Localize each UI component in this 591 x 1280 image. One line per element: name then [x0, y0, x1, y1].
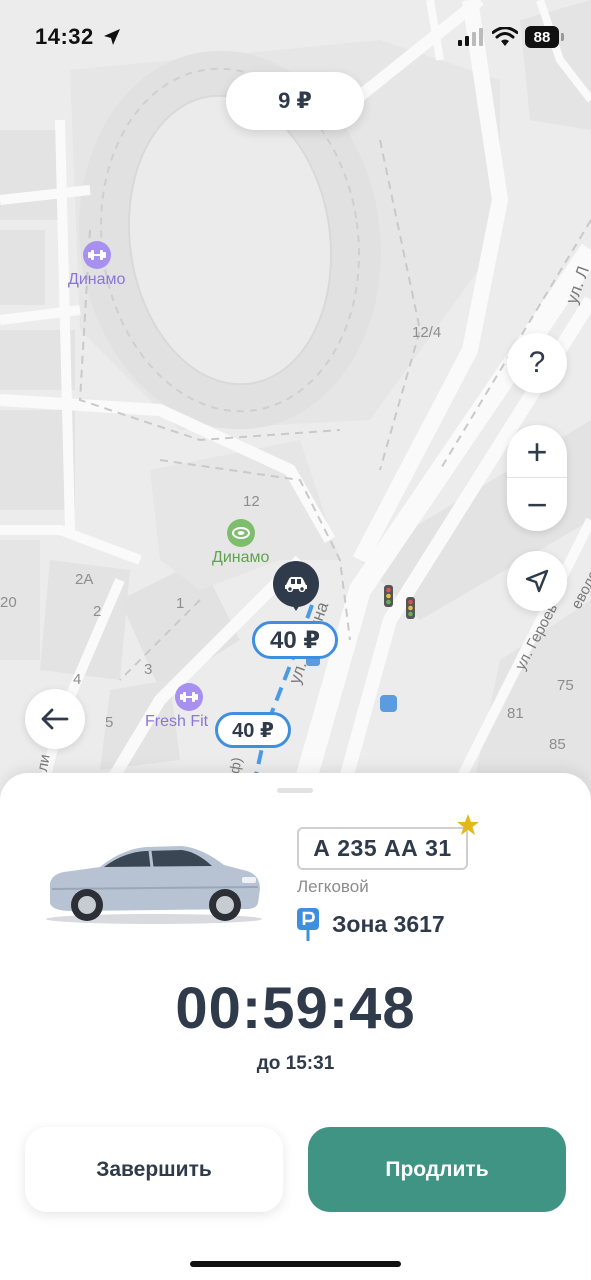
- status-time: 14:32: [35, 24, 94, 49]
- map-label-building: 4: [73, 671, 82, 688]
- favorite-star-icon[interactable]: [456, 813, 480, 837]
- map-label-building: 2A: [75, 571, 94, 588]
- wifi-icon: [492, 27, 518, 46]
- poi-dinamo-gym[interactable]: Динамо: [68, 241, 125, 289]
- session-end-time: до 15:31: [256, 1053, 335, 1074]
- parking-sign-icon: [297, 907, 319, 941]
- car-icon: [285, 577, 307, 592]
- parking-session-sheet: А 235 АА 31 Легковой Зона 3617 00:59:48 …: [0, 773, 591, 1280]
- poi-label: Динамо: [212, 549, 270, 566]
- license-plate[interactable]: А 235 АА 31: [297, 827, 468, 870]
- map-label-building: 1: [176, 595, 185, 612]
- poi-dinamo-stadium[interactable]: Динамо: [212, 519, 269, 567]
- dumbbell-icon: [82, 241, 111, 269]
- stadium-icon: [226, 519, 255, 547]
- map-label-building: 75: [557, 677, 574, 694]
- battery-tip: [561, 33, 564, 41]
- map-label-building: 12: [243, 493, 260, 510]
- home-indicator: [190, 1261, 401, 1267]
- arrow-left-icon: [41, 708, 69, 730]
- my-location-button[interactable]: [507, 551, 567, 611]
- status-bar: 14:32 88: [0, 0, 591, 74]
- marker-pointer: [289, 600, 303, 611]
- zoom-in-button[interactable]: +: [507, 425, 567, 478]
- location-arrow-icon: [104, 29, 120, 45]
- map-label-street: ф): [226, 756, 245, 775]
- map-label-building: 2: [93, 603, 102, 620]
- extend-button[interactable]: Продлить: [308, 1127, 566, 1212]
- poi-label: Fresh Fit: [145, 713, 209, 730]
- vehicle-type: Легковой: [297, 877, 369, 896]
- zone-price-badge[interactable]: 40 ₽: [252, 621, 338, 659]
- zone-price-badge[interactable]: 40 ₽: [215, 712, 291, 748]
- price-rate-pill[interactable]: 9 ₽: [226, 72, 364, 130]
- car-image: [46, 846, 262, 924]
- poi-label: Динамо: [68, 271, 126, 288]
- back-button[interactable]: [25, 689, 85, 749]
- map-label-building: 20: [0, 594, 17, 611]
- map-label-building: 85: [549, 736, 566, 753]
- map-label-building: 3: [144, 661, 153, 678]
- dumbbell-icon: [174, 683, 203, 711]
- battery-icon: 88: [525, 26, 559, 48]
- poi-fresh-fit[interactable]: Fresh Fit: [145, 683, 208, 731]
- navigation-arrow-icon: [525, 569, 549, 593]
- parking-zone: Зона 3617: [297, 907, 445, 941]
- map-label-building: 81: [507, 705, 524, 722]
- zone-number: Зона 3617: [332, 910, 445, 937]
- zoom-controls: + −: [507, 425, 567, 531]
- map-label-street: ли: [34, 753, 54, 773]
- zoom-out-button[interactable]: −: [507, 478, 567, 531]
- sheet-drag-handle[interactable]: [277, 788, 313, 793]
- map-label-building: 12/4: [412, 324, 442, 341]
- map-label-building: 5: [105, 714, 114, 731]
- cellular-signal-icon: [458, 28, 483, 46]
- finish-button[interactable]: Завершить: [25, 1127, 283, 1212]
- session-timer: 00:59:48: [175, 976, 416, 1041]
- help-button[interactable]: ?: [507, 333, 567, 393]
